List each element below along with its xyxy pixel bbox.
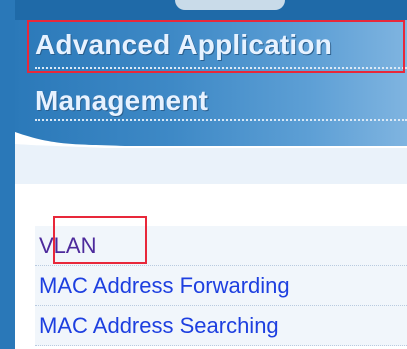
menu-link-mac-address-forwarding[interactable]: MAC Address Forwarding: [35, 273, 290, 298]
title-highlight-box: [27, 20, 405, 73]
header-wave-decoration: [15, 132, 407, 184]
title-divider-2: [35, 119, 407, 121]
vlan-highlight-box: [53, 216, 147, 264]
menu-item-mac-address-searching[interactable]: MAC Address Searching: [35, 306, 407, 346]
section-title-line2: Management: [35, 85, 209, 116]
section-header: Advanced Application Management: [15, 0, 407, 184]
header-top-strip: [15, 0, 407, 20]
menu-link-mac-address-searching[interactable]: MAC Address Searching: [35, 313, 279, 338]
left-frame-bar: [0, 0, 15, 349]
menu-item-mac-address-forwarding[interactable]: MAC Address Forwarding: [35, 266, 407, 306]
navigation-panel: Advanced Application Management VLAN MAC…: [15, 0, 407, 349]
header-top-cap: [175, 0, 285, 10]
